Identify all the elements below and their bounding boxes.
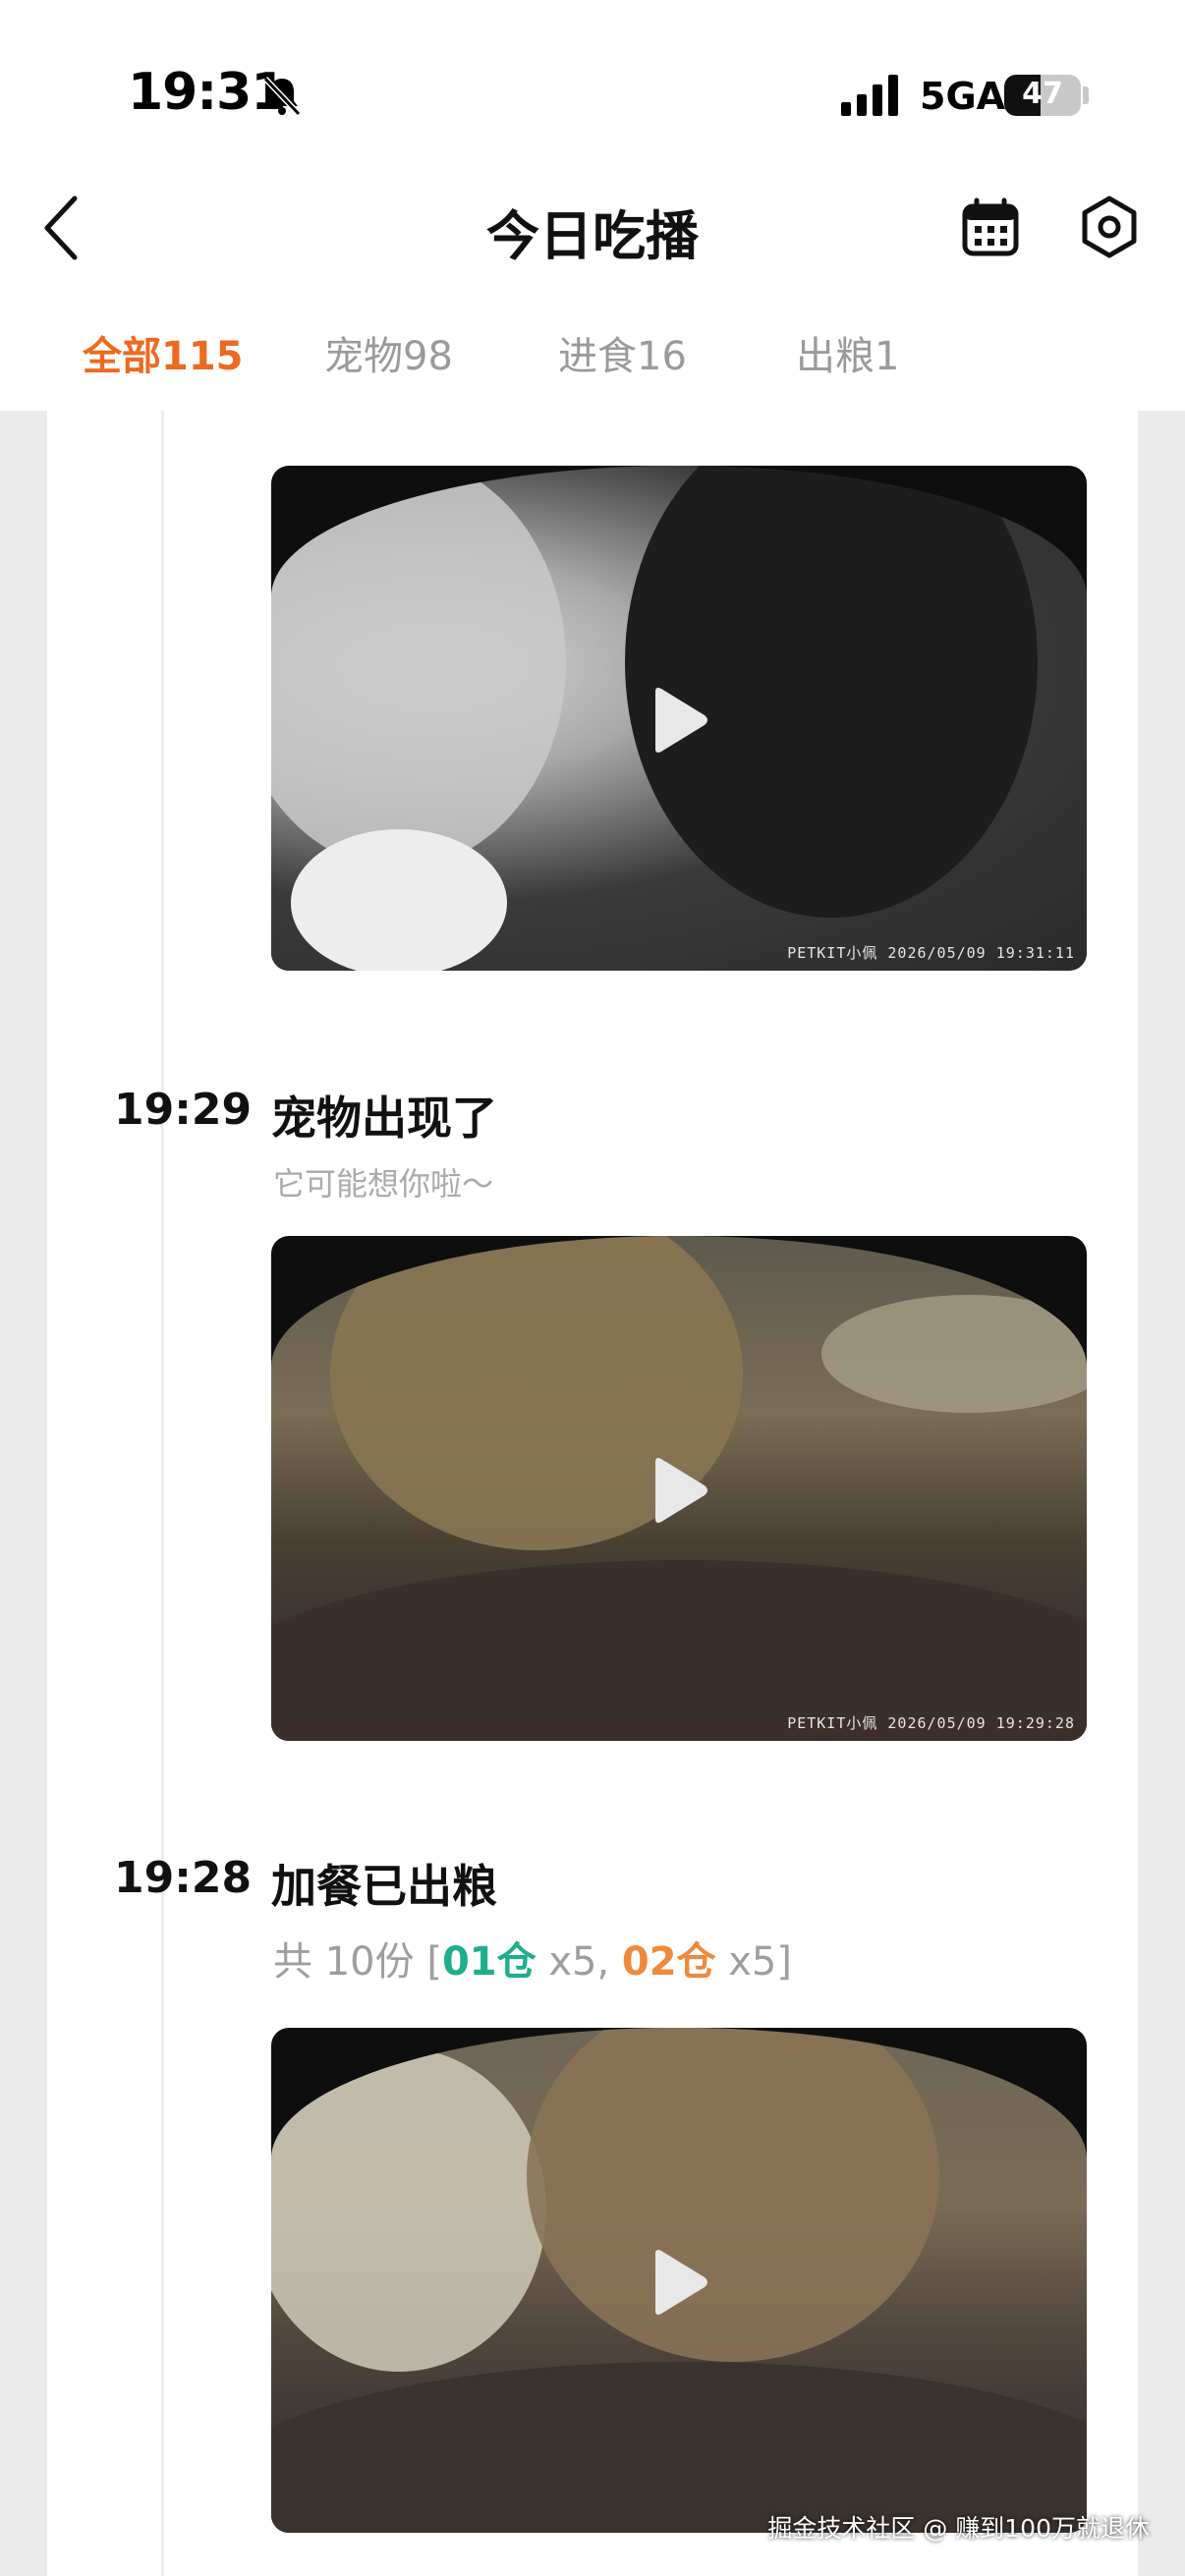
battery-level: 47 [1022, 77, 1063, 111]
bell-off-icon [262, 76, 302, 117]
event-subtitle: 它可能想你啦～ [273, 1165, 494, 1203]
bin2-label: 02仓 [621, 1939, 716, 1985]
header: 19:31 5GA 47 今日吃播 全部115 宠物98 进食16 出粮1 [0, 0, 1185, 411]
signal-icon [841, 75, 898, 116]
video-thumbnail[interactable] [271, 2028, 1087, 2533]
settings-icon[interactable] [1077, 195, 1142, 259]
dispense-total: 共 10份 [ [273, 1939, 442, 1985]
calendar-icon[interactable] [959, 196, 1022, 259]
event-time: 19:28 [114, 1853, 253, 1903]
video-thumbnail[interactable]: PETKIT小佩 2026/05/09 19:29:28 [271, 1236, 1087, 1741]
source-credit: 掘金技术社区 @ 赚到100万就退休 [767, 2514, 1150, 2543]
event-time: 19:29 [114, 1085, 253, 1135]
video-thumbnail[interactable]: PETKIT小佩 2026/05/09 19:31:11 [271, 466, 1087, 971]
battery-tip [1083, 86, 1089, 104]
battery-icon: 47 [1004, 75, 1081, 116]
video-watermark: PETKIT小佩 2026/05/09 19:31:11 [787, 944, 1075, 962]
tab-eating[interactable]: 进食16 [558, 324, 687, 381]
tab-all[interactable]: 全部115 [83, 324, 244, 381]
tab-dispense[interactable]: 出粮1 [796, 324, 899, 381]
bin1-count: x5, [536, 1939, 622, 1985]
timeline-line [161, 411, 164, 2576]
event-title: 加餐已出粮 [271, 1860, 497, 1913]
play-icon[interactable] [649, 686, 708, 755]
network-label: 5GA [920, 75, 1006, 118]
dispense-detail: 共 10份 [01仓 x5, 02仓 x5] [273, 1930, 792, 1987]
video-watermark: PETKIT小佩 2026/05/09 19:29:28 [787, 1714, 1075, 1732]
tab-pet[interactable]: 宠物98 [324, 324, 453, 381]
event-title: 宠物出现了 [271, 1092, 497, 1145]
play-icon[interactable] [649, 1456, 708, 1525]
bin1-label: 01仓 [441, 1939, 536, 1985]
play-icon[interactable] [649, 2248, 708, 2317]
bin2-count: x5] [715, 1939, 792, 1985]
